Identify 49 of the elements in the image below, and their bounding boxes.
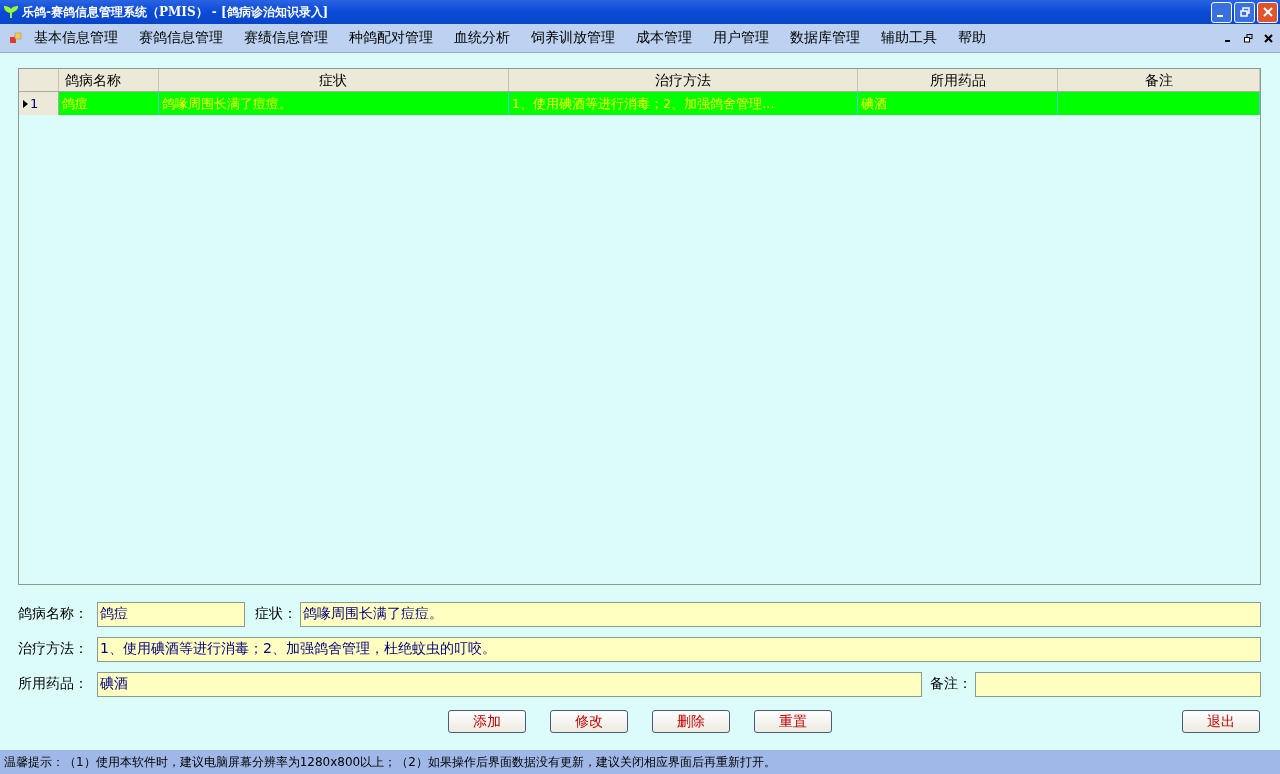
menu-item[interactable]: 成本管理 — [636, 29, 692, 47]
menu-item[interactable]: 血统分析 — [454, 29, 510, 47]
window-title: 乐鸽-赛鸽信息管理系统（PMIS） - [鸽病诊治知识录入] — [22, 3, 329, 21]
action-button[interactable]: 删除 — [652, 710, 730, 733]
column-header[interactable]: 治疗方法 — [508, 69, 859, 91]
column-header[interactable]: 备注 — [1058, 69, 1260, 91]
field-label: 症状： — [255, 605, 298, 623]
current-row-icon — [23, 99, 28, 108]
table-cell: 1、使用碘酒等进行消毒；2、加强鸽舍管理... — [511, 96, 775, 111]
menu-item[interactable]: 数据库管理 — [790, 29, 860, 47]
column-header[interactable]: 鸽病名称 — [59, 69, 159, 91]
menu-item[interactable]: 帮助 — [958, 29, 986, 47]
input-field[interactable]: 1、使用碘酒等进行消毒；2、加强鸽舍管理，杜绝蚊虫的叮咬。 — [97, 636, 1261, 662]
close-button[interactable] — [1262, 32, 1274, 44]
close-icon — [1262, 7, 1273, 17]
menu-item[interactable]: 基本信息管理 — [34, 29, 118, 47]
restore-button[interactable] — [1242, 32, 1254, 44]
leaf-icon — [4, 5, 18, 19]
menu-item[interactable]: 赛鸽信息管理 — [139, 29, 223, 47]
status-text: 温馨提示：（1）使用本软件时，建议电脑屏幕分辨率为1280x800以上；（2）如果操作后界面数据没有更新，建议关闭相应界面后再重新打开。 — [4, 753, 776, 771]
menu-item[interactable]: 用户管理 — [713, 29, 769, 47]
menu-item[interactable]: 种鸽配对管理 — [349, 29, 433, 47]
restore-icon — [1239, 7, 1250, 17]
column-header[interactable]: 所用药品 — [858, 69, 1059, 91]
input-field[interactable]: 鸽喙周围长满了痘痘。 — [300, 601, 1261, 627]
table-cell: 鸽喙周围长满了痘痘。 — [161, 96, 292, 111]
close-icon — [1263, 33, 1273, 43]
exit-button[interactable]: 退出 — [1182, 710, 1260, 733]
action-button[interactable]: 重置 — [754, 710, 832, 733]
field-label: 所用药品： — [18, 675, 89, 693]
restore-icon — [1243, 33, 1253, 43]
column-header[interactable]: 症状 — [158, 69, 509, 91]
minimize-icon — [1216, 15, 1223, 17]
field-label: 备注： — [930, 675, 973, 693]
field-label: 鸽病名称： — [18, 605, 89, 623]
table-cell: 鸽痘 — [62, 96, 88, 111]
field-label: 治疗方法： — [18, 640, 89, 658]
input-field[interactable]: 鸽痘 — [97, 601, 245, 627]
window-icon[interactable] — [10, 32, 22, 44]
row-number: 1 — [30, 96, 39, 111]
action-button[interactable]: 修改 — [550, 710, 628, 733]
action-button[interactable]: 添加 — [448, 710, 526, 733]
menu-item[interactable]: 赛绩信息管理 — [244, 29, 328, 47]
input-field[interactable] — [975, 671, 1261, 697]
table-cell: 碘酒 — [861, 96, 888, 111]
table-row[interactable]: 1 鸽痘 鸽喙周围长满了痘痘。 1、使用碘酒等进行消毒；2、加强鸽舍管理... 碘酒 — [19, 92, 1260, 115]
menu-item[interactable]: 饲养训放管理 — [531, 29, 615, 47]
menu-item[interactable]: 辅助工具 — [881, 29, 937, 47]
input-field[interactable]: 碘酒 — [97, 671, 922, 697]
